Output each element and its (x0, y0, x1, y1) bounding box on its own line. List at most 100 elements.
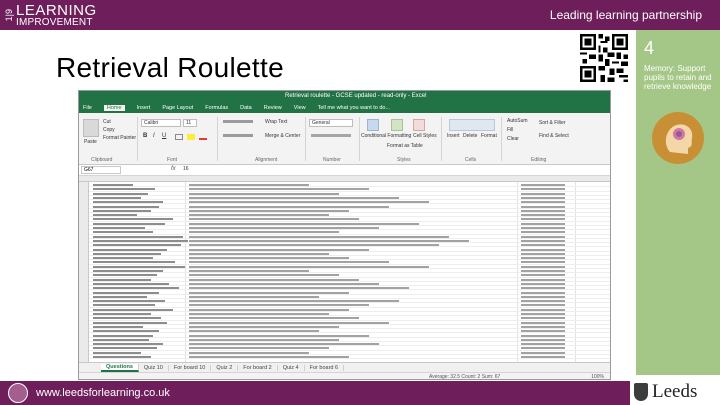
topic-cell[interactable] (521, 209, 565, 212)
answer-cell[interactable] (189, 188, 369, 191)
topic-cell[interactable] (521, 214, 565, 217)
topic-cell[interactable] (521, 239, 565, 242)
paste-icon[interactable] (83, 119, 99, 137)
topic-cell[interactable] (521, 252, 565, 255)
topic-cell[interactable] (521, 196, 565, 199)
align-top-icon[interactable] (223, 120, 253, 123)
answer-cell[interactable] (189, 244, 439, 247)
topic-cell[interactable] (521, 313, 565, 315)
question-cell[interactable] (93, 278, 151, 281)
question-cell[interactable] (93, 274, 157, 277)
answer-cell[interactable] (189, 334, 369, 337)
question-cell[interactable] (93, 334, 153, 337)
question-cell[interactable] (93, 205, 159, 208)
question-cell[interactable] (93, 295, 147, 298)
cut-button[interactable]: Cut (103, 119, 111, 125)
sheet-tab-for-board-10[interactable]: For board 10 (169, 364, 212, 371)
question-cell[interactable] (93, 201, 163, 204)
question-cell[interactable] (93, 196, 141, 199)
merge-center-button[interactable]: Merge & Center (265, 133, 300, 139)
cells-icons[interactable] (449, 119, 495, 131)
answer-cell[interactable] (189, 278, 359, 281)
formula-input[interactable]: 16 (183, 166, 189, 172)
topic-cell[interactable] (521, 295, 565, 298)
menu-insert[interactable]: Insert (137, 105, 151, 111)
menu-view[interactable]: View (294, 105, 306, 111)
question-cell[interactable] (93, 343, 163, 346)
menu-review[interactable]: Review (264, 105, 282, 111)
sheet-tab-for-board-6[interactable]: For board 6 (305, 364, 345, 371)
answer-cell[interactable] (189, 300, 399, 303)
answer-cell[interactable] (189, 287, 409, 290)
question-cell[interactable] (93, 304, 155, 307)
topic-cell[interactable] (521, 287, 565, 290)
topic-cell[interactable] (521, 227, 565, 229)
question-cell[interactable] (93, 231, 153, 234)
topic-cell[interactable] (521, 218, 565, 221)
italic-icon[interactable]: I (153, 133, 155, 139)
find-select-button[interactable]: Find & Select (539, 133, 569, 139)
answer-cell[interactable] (189, 347, 329, 350)
question-cell[interactable] (93, 244, 181, 247)
topic-cell[interactable] (521, 231, 565, 234)
cell-styles-button[interactable]: Cell Styles (413, 133, 437, 139)
topic-cell[interactable] (521, 265, 565, 268)
conditional-formatting-icon[interactable] (367, 119, 379, 131)
question-cell[interactable] (93, 184, 133, 186)
sheet-tab-for-board-2[interactable]: For board 2 (238, 364, 278, 371)
sort-filter-button[interactable]: Sort & Filter (539, 120, 565, 126)
question-cell[interactable] (93, 321, 167, 324)
question-cell[interactable] (93, 222, 165, 225)
question-cell[interactable] (93, 257, 153, 260)
question-cell[interactable] (93, 192, 148, 195)
question-cell[interactable] (93, 287, 179, 290)
number-format-buttons[interactable] (311, 134, 351, 137)
topic-cell[interactable] (521, 257, 565, 260)
question-cell[interactable] (93, 270, 163, 272)
answer-cell[interactable] (189, 205, 389, 208)
name-box[interactable]: G67 (81, 166, 121, 174)
topic-cell[interactable] (521, 347, 565, 350)
question-cell[interactable] (93, 239, 188, 242)
menu-page-layout[interactable]: Page Layout (162, 105, 193, 111)
fill-color-icon[interactable] (187, 134, 195, 140)
insert-cells-button[interactable]: Insert (447, 133, 460, 139)
topic-cell[interactable] (521, 192, 565, 195)
sheet-tab-quiz-10[interactable]: Quiz 10 (139, 364, 169, 371)
bold-icon[interactable]: B (143, 133, 147, 139)
question-cell[interactable] (93, 209, 151, 212)
copy-button[interactable]: Copy (103, 127, 115, 133)
question-cell[interactable] (93, 291, 159, 294)
delete-cells-button[interactable]: Delete (463, 133, 477, 139)
answer-cell[interactable] (189, 201, 429, 204)
topic-cell[interactable] (521, 338, 565, 341)
question-cell[interactable] (93, 325, 143, 328)
question-cell[interactable] (93, 265, 185, 268)
answer-cell[interactable] (189, 308, 349, 311)
question-cell[interactable] (93, 252, 161, 255)
answer-cell[interactable] (189, 222, 419, 225)
zoom-level[interactable]: 100% (591, 374, 604, 379)
sheet-tab-quiz-4[interactable]: Quiz 4 (278, 364, 305, 371)
align-left-icon[interactable] (223, 134, 253, 137)
topic-cell[interactable] (521, 184, 565, 186)
sheet-tab-questions[interactable]: Questions (101, 363, 139, 372)
answer-cell[interactable] (189, 304, 369, 307)
answer-cell[interactable] (189, 313, 329, 315)
answer-cell[interactable] (189, 338, 339, 341)
answer-cell[interactable] (189, 317, 359, 320)
topic-cell[interactable] (521, 274, 565, 277)
topic-cell[interactable] (521, 343, 565, 346)
topic-cell[interactable] (521, 321, 565, 324)
question-cell[interactable] (93, 282, 169, 285)
format-cells-button[interactable]: Format (481, 133, 497, 139)
wrap-text-button[interactable]: Wrap Text (265, 119, 287, 125)
question-cell[interactable] (93, 313, 151, 315)
question-cell[interactable] (93, 356, 151, 358)
answer-cell[interactable] (189, 209, 349, 212)
topic-cell[interactable] (521, 317, 565, 320)
question-cell[interactable] (93, 227, 145, 229)
question-cell[interactable] (93, 347, 157, 350)
menu-formulas[interactable]: Formulas (205, 105, 228, 111)
answer-cell[interactable] (189, 291, 349, 294)
